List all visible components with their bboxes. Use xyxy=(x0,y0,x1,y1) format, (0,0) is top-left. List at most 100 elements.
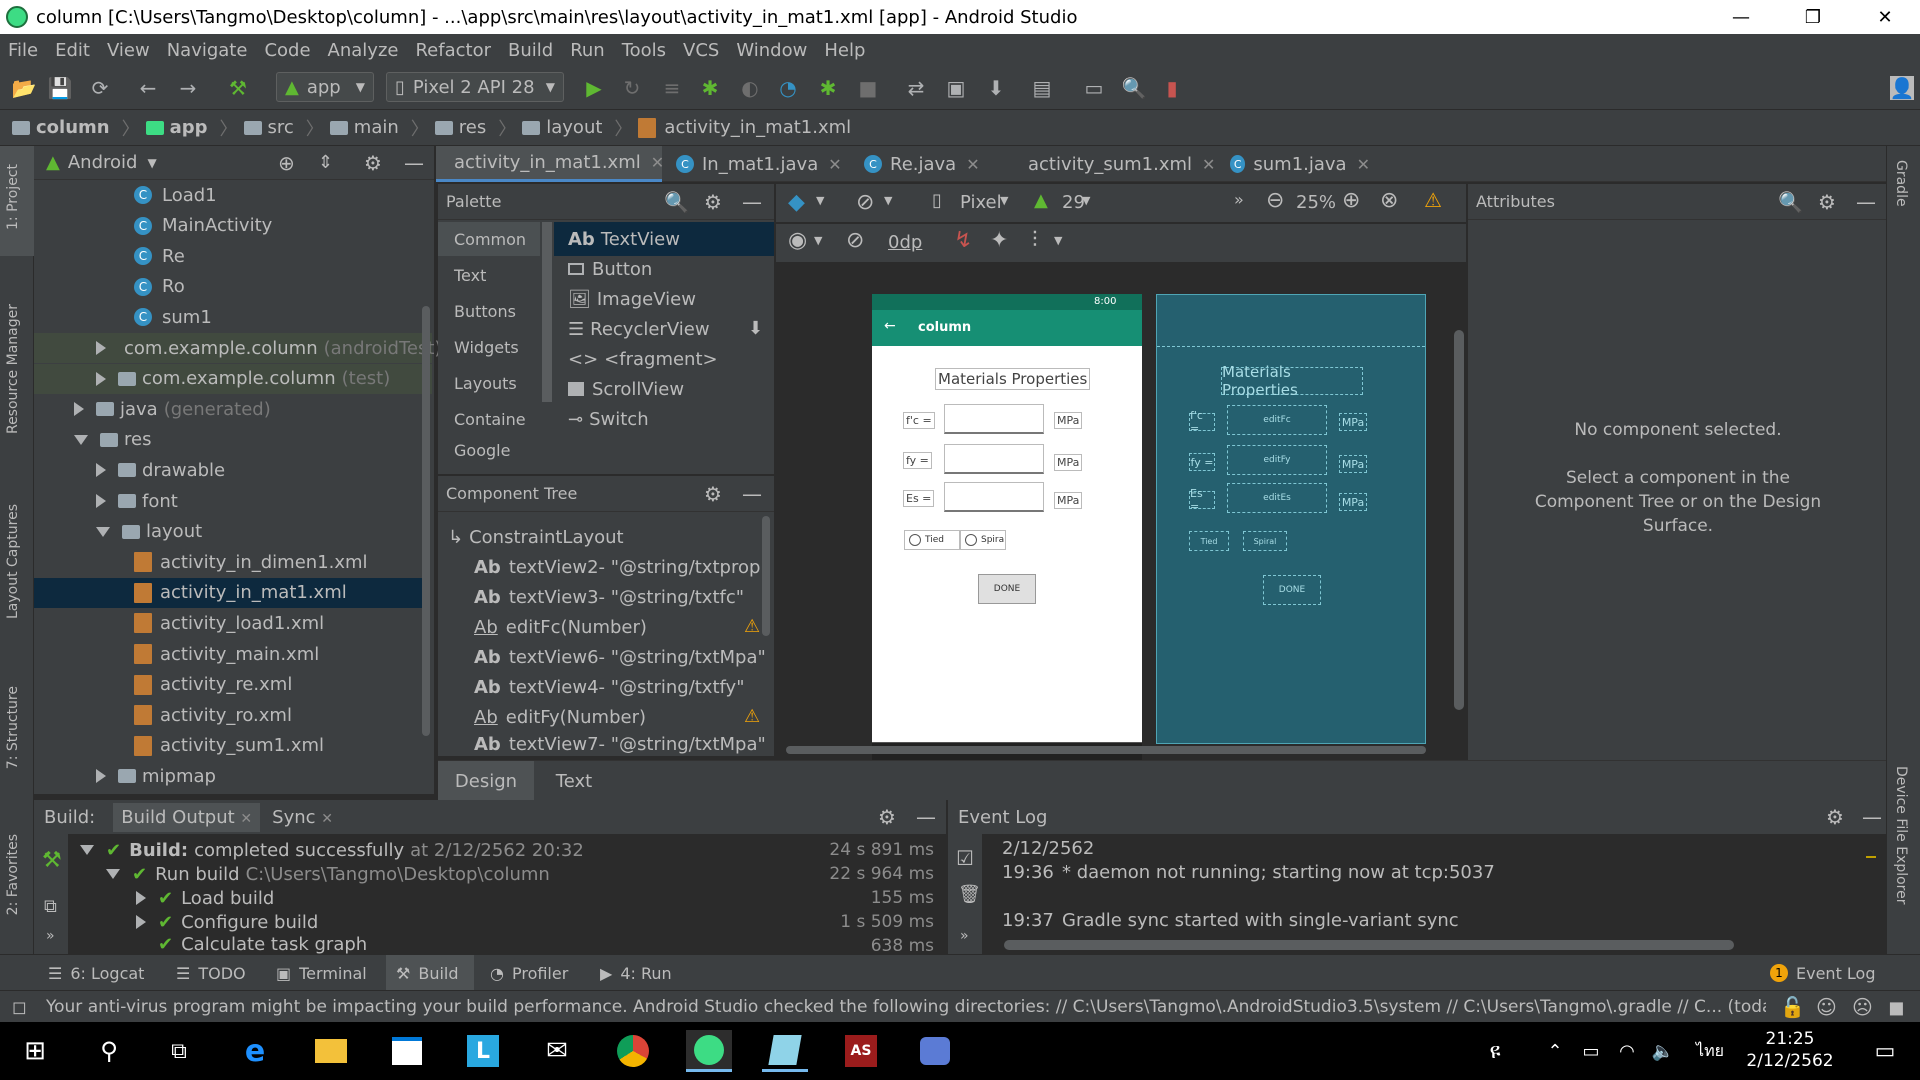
chevron-down-icon[interactable]: ▼ xyxy=(1082,194,1090,207)
restore-button[interactable]: ❐ xyxy=(1784,0,1842,34)
sync-icon[interactable]: ⟳ xyxy=(88,76,112,100)
chevron-down-icon[interactable]: ▼ xyxy=(147,156,156,170)
close-button[interactable]: ✕ xyxy=(1856,0,1914,34)
project-tree-item[interactable]: activity_sum1.xml xyxy=(134,731,324,761)
gear-icon[interactable]: ⚙ xyxy=(1826,805,1844,829)
guidelines-icon[interactable]: ⫶ xyxy=(1032,228,1038,253)
download-icon[interactable]: ⬇ xyxy=(748,318,763,339)
project-tree-item[interactable]: drawable xyxy=(96,455,225,485)
more-icon[interactable]: » xyxy=(46,928,55,944)
notifications-icon[interactable]: ▭ xyxy=(1862,1030,1908,1072)
palette-category-google[interactable]: Google xyxy=(454,440,510,460)
design-preview[interactable]: 8:00 ← column Materials Properties f'c =… xyxy=(872,294,1142,742)
tab-re-java[interactable]: C Re.java ✕ xyxy=(854,146,1004,182)
gradle-sync-icon[interactable]: ⇄ xyxy=(904,76,928,100)
hide-icon[interactable]: — xyxy=(916,805,936,829)
favorites-tool-button[interactable]: 2: Favorites xyxy=(5,834,21,915)
project-tree-item[interactable]: activity_in_mat1.xml xyxy=(34,577,430,608)
palette-item-fragment[interactable]: <> <fragment> xyxy=(568,344,718,374)
project-tree-item[interactable]: mipmap xyxy=(96,761,216,791)
tab-build-output[interactable]: Build Output ✕ xyxy=(113,802,261,832)
logcat-tool-button[interactable]: ☰ 6: Logcat xyxy=(48,961,144,985)
warning-icon[interactable]: ⚠ xyxy=(1424,188,1442,212)
volume-icon[interactable]: 🔈 xyxy=(1648,1030,1678,1072)
collapse-icon[interactable] xyxy=(96,526,110,537)
project-view-selector[interactable]: Android xyxy=(68,152,138,173)
user-icon[interactable]: 👤 xyxy=(1890,76,1914,100)
structure-tool-button[interactable]: 7: Structure xyxy=(5,686,21,769)
tree-item[interactable]: Ab editFc(Number) xyxy=(474,612,647,642)
project-tree-item[interactable]: res xyxy=(74,425,151,455)
palette-category-common[interactable]: Common xyxy=(454,224,526,254)
device-selector[interactable]: ▯ Pixel 2 API 28 ▼ xyxy=(386,72,564,102)
attach-debugger-icon[interactable]: ◔ xyxy=(776,76,800,100)
close-icon[interactable]: ✕ xyxy=(828,155,841,174)
search-icon[interactable]: 🔍 xyxy=(1778,190,1803,214)
hide-icon[interactable]: — xyxy=(742,190,762,214)
palette-divider[interactable] xyxy=(542,222,552,402)
memory-icon[interactable]: ◼ xyxy=(1888,995,1905,1019)
more-icon[interactable]: » xyxy=(960,928,969,944)
inspector-icon[interactable]: ☺ xyxy=(1816,995,1837,1019)
close-icon[interactable]: ✕ xyxy=(321,811,333,827)
profile-icon[interactable]: ◐ xyxy=(738,76,762,100)
component-tree-scrollbar[interactable] xyxy=(762,516,770,636)
save-icon[interactable]: 💾 xyxy=(48,76,73,100)
forward-icon[interactable]: → xyxy=(176,76,200,100)
chevron-down-icon[interactable]: ▼ xyxy=(814,234,822,247)
toggle-tool-windows-icon[interactable]: ◻ xyxy=(12,997,27,1018)
gear-icon[interactable]: ⚙ xyxy=(364,151,382,175)
trash-icon[interactable]: 🗑 xyxy=(958,884,981,905)
attach-process-icon[interactable]: ✱ xyxy=(816,76,840,100)
back-icon[interactable]: ← xyxy=(136,76,160,100)
project-tree-item[interactable]: activity_load1.xml xyxy=(134,608,324,638)
close-icon[interactable]: ✕ xyxy=(966,155,979,174)
build-row[interactable]: ✔ Load build xyxy=(136,886,274,910)
chevron-down-icon[interactable]: ▼ xyxy=(1000,194,1008,207)
menu-vcs[interactable]: VCS xyxy=(683,40,719,61)
event-log-scrollbar[interactable] xyxy=(1004,940,1734,950)
tree-root[interactable]: ↳ ConstraintLayout xyxy=(448,522,624,552)
breadcrumb-main[interactable]: main xyxy=(329,117,399,138)
palette-category-containers[interactable]: Containe xyxy=(454,404,526,434)
project-tree-item[interactable]: font xyxy=(96,486,178,516)
chevron-up-icon[interactable]: ⌃ xyxy=(1540,1030,1570,1072)
zoom-out-icon[interactable]: ⊖ xyxy=(1266,188,1284,213)
collapse-all-icon[interactable]: ⇕ xyxy=(318,152,333,173)
zoom-fit-icon[interactable]: ⊗ xyxy=(1380,188,1398,213)
project-tree-item[interactable]: java (generated) xyxy=(74,394,271,424)
tree-item[interactable]: Ab textView3- "@string/txtfc" xyxy=(474,582,744,612)
close-icon[interactable]: ✕ xyxy=(240,811,252,827)
toggle-view-icon[interactable]: ⧉ xyxy=(44,896,57,917)
device-preview-selector[interactable]: Pixel xyxy=(960,192,1002,213)
palette-item-switch[interactable]: ⊸ Switch xyxy=(568,404,649,434)
mark-read-icon[interactable]: ☑ xyxy=(956,846,974,870)
collapse-icon[interactable] xyxy=(74,434,88,445)
hide-icon[interactable]: — xyxy=(1862,805,1882,829)
mail-icon[interactable]: ✉ xyxy=(534,1030,580,1072)
close-icon[interactable]: ✕ xyxy=(1357,155,1370,174)
close-icon[interactable]: ✕ xyxy=(651,153,664,172)
hide-icon[interactable]: — xyxy=(404,151,424,175)
expand-icon[interactable] xyxy=(74,402,84,417)
palette-category-buttons[interactable]: Buttons xyxy=(454,296,516,326)
menu-window[interactable]: Window xyxy=(736,40,807,61)
chevron-down-icon[interactable]: ▼ xyxy=(1054,234,1062,247)
open-folder-icon[interactable]: 📂 xyxy=(12,76,37,100)
palette-item-recyclerview[interactable]: ☰ RecyclerView xyxy=(568,314,710,344)
build-row[interactable]: ✔ Run build C:\Users\Tangmo\Desktop\column xyxy=(106,862,550,886)
android-studio-taskbar-icon[interactable] xyxy=(686,1030,732,1072)
expand-icon[interactable] xyxy=(96,371,106,386)
menu-help[interactable]: Help xyxy=(824,40,865,61)
tab-design[interactable]: Design xyxy=(438,761,534,801)
hide-icon[interactable]: — xyxy=(1856,190,1876,214)
lock-icon[interactable]: 🔓 xyxy=(1780,995,1805,1019)
menu-code[interactable]: Code xyxy=(264,40,310,61)
menu-edit[interactable]: Edit xyxy=(55,40,90,61)
edge-icon[interactable]: e xyxy=(232,1030,278,1072)
clear-constraints-icon[interactable]: ↯ xyxy=(954,228,972,253)
project-tree-item[interactable]: C MainActivity xyxy=(134,211,272,241)
project-tree-item[interactable]: com.example.column (test) xyxy=(34,363,432,394)
menu-file[interactable]: File xyxy=(8,40,38,61)
taskbar-clock[interactable]: 21:25 2/12/2562 xyxy=(1740,1028,1840,1072)
